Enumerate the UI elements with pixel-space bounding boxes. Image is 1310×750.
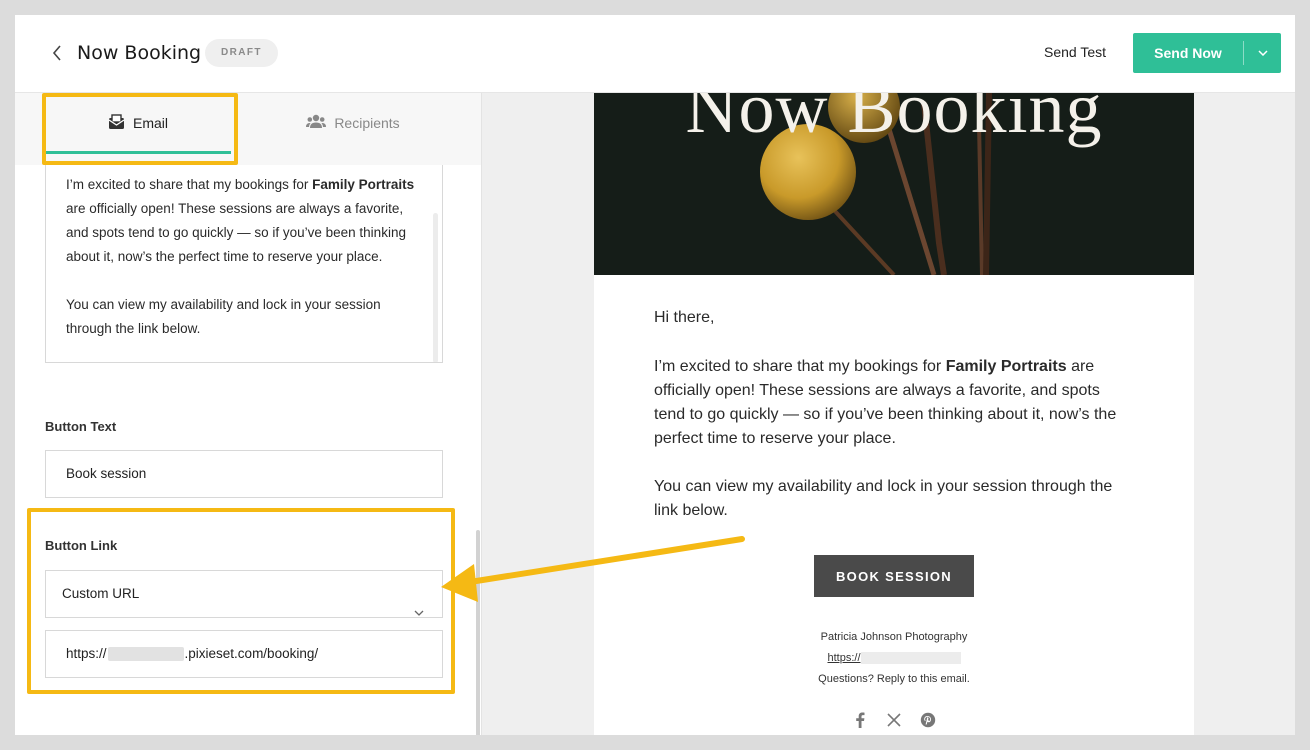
hero-image: Now Booking — [594, 93, 1194, 275]
textarea-scrollbar[interactable] — [433, 213, 438, 362]
back-arrow-icon[interactable] — [49, 43, 65, 63]
tab-recipients[interactable]: Recipients — [260, 93, 446, 153]
social-links — [594, 711, 1194, 729]
chevron-down-icon[interactable] — [1244, 50, 1281, 56]
editor-panel: Email Recipients I’m excited to share th… — [15, 93, 482, 735]
status-badge: DRAFT — [205, 39, 278, 67]
greeting: Hi there, — [654, 309, 715, 326]
app-window: Now Booking DRAFT Send Test Send Now Ema… — [15, 15, 1295, 735]
email-paragraph: You can view my availability and lock in… — [654, 478, 1113, 519]
send-now-button[interactable]: Send Now — [1133, 33, 1281, 73]
pinterest-icon[interactable] — [919, 711, 937, 729]
email-card: Now Booking Hi there, I’m excited to sha… — [594, 93, 1194, 735]
top-bar: Now Booking DRAFT Send Test Send Now — [15, 15, 1295, 93]
send-now-label: Send Now — [1154, 45, 1222, 61]
highlight-box — [42, 93, 238, 165]
footer-business-name: Patricia Johnson Photography — [820, 631, 968, 643]
button-text-label: Button Text — [45, 419, 117, 434]
email-body-textarea[interactable]: I’m excited to share that my bookings fo… — [45, 165, 443, 363]
body-paragraph: You can view my availability and lock in… — [66, 297, 381, 336]
people-icon — [306, 114, 327, 132]
hero-title: Now Booking — [685, 93, 1103, 148]
tab-label: Recipients — [334, 115, 400, 131]
send-test-button[interactable]: Send Test — [1044, 44, 1106, 60]
body-paragraph: I’m excited to share that my bookings fo… — [66, 177, 415, 264]
panel-scrollbar[interactable] — [476, 530, 480, 735]
book-session-button[interactable]: BOOK SESSION — [814, 555, 974, 597]
redacted-text — [860, 652, 961, 665]
x-twitter-icon[interactable] — [885, 711, 903, 729]
button-text-input[interactable]: Book session — [45, 450, 443, 498]
page-title: Now Booking — [77, 42, 202, 64]
email-paragraph: I’m excited to share that my bookings fo… — [654, 358, 1117, 447]
footer-note: Questions? Reply to this email. — [818, 673, 970, 685]
editor-tabs: Email Recipients — [15, 93, 481, 165]
email-preview: Now Booking Hi there, I’m excited to sha… — [482, 93, 1295, 735]
highlight-box — [27, 508, 455, 694]
footer-website-link[interactable]: https:// — [594, 652, 1194, 665]
facebook-icon[interactable] — [851, 711, 869, 729]
